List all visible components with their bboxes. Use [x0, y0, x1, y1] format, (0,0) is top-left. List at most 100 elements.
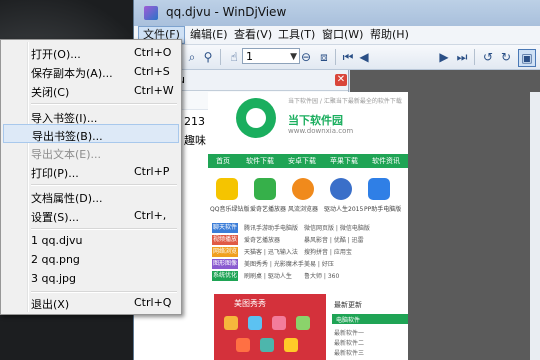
vertical-scrollbar[interactable] — [530, 92, 540, 360]
category-row: 系统优化 刷刷桌 | 驱动人生 鲁大师 | 360 — [208, 270, 408, 282]
banner-app-icon — [284, 338, 298, 352]
menu-item-shortcut: Ctrl+, — [134, 209, 167, 222]
banner-app-icon — [236, 338, 250, 352]
page-number-combo[interactable]: 1 ▼ — [242, 48, 300, 64]
app-icon — [292, 178, 314, 200]
site-slogan: 当下软件园 / 汇聚当下最新最全的软件下载 — [288, 98, 402, 105]
row-tag: 聊天软件 — [212, 223, 238, 233]
fit-page-icon[interactable]: ▣ — [518, 49, 536, 67]
menu-item-label: 3 qq.jpg — [31, 272, 76, 285]
menu-item-label: 导出文本(E)... — [31, 148, 102, 161]
menu-item-close[interactable]: 关闭(C) Ctrl+W — [3, 81, 179, 100]
site-logo — [236, 98, 276, 138]
menu-separator — [31, 103, 177, 105]
menu-edit[interactable]: 编辑(E) — [186, 27, 232, 43]
app-label: 风流浏览器 — [288, 206, 319, 213]
menu-item-label: 打开(O)... — [31, 48, 81, 61]
category-row: 聊天软件 腾讯手游助手电脑版 微信网页版 | 微信电脑版 — [208, 222, 408, 234]
menu-item-shortcut: Ctrl+S — [134, 65, 170, 78]
toolbar: ⌕ ⚲ ☝ I ⬚ ⊕ ⊖ ⧈ ⏮ ◀ ▶ ⏭ ↺ ↻ ▣ — [134, 45, 540, 70]
row-text: 暴风影音 | 优酷 | 迅雷 — [304, 237, 364, 244]
title-bar[interactable]: qq.djvu - WinDjView — [134, 0, 540, 26]
menu-item-open[interactable]: 打开(O)... Ctrl+O — [3, 43, 179, 62]
rotate-right-icon[interactable]: ↻ — [498, 49, 514, 65]
prev-page-icon[interactable]: ◀ — [356, 49, 372, 65]
menu-item-recent-2[interactable]: 2 qq.png — [3, 250, 179, 269]
binoculars-icon[interactable]: ⚲ — [200, 49, 216, 65]
app-icon-row: QQ音乐绿钻版 爱奇艺播放器 风流浏览器 驱动人生2015 PP助手电脑版 — [208, 174, 408, 220]
menu-item-exit[interactable]: 退出(X) Ctrl+Q — [3, 293, 179, 312]
bookmark-item[interactable]: 213 — [184, 115, 205, 128]
app-label: 爱奇艺播放器 — [250, 206, 287, 213]
row-tag: 网络浏览 — [212, 247, 238, 257]
category-rows: 聊天软件 腾讯手游助手电脑版 微信网页版 | 微信电脑版 视频播放 爱奇艺播放器… — [208, 222, 408, 282]
menu-item-export-text[interactable]: 导出文本(E)... — [3, 143, 179, 162]
menu-item-shortcut: Ctrl+O — [134, 46, 172, 59]
row-text: 搜狗拼音 | 应用宝 — [304, 249, 352, 256]
menu-item-label: 打印(P)... — [31, 167, 79, 180]
app-label: 驱动人生2015 — [324, 206, 364, 213]
row-text: 微信网页版 | 微信电脑版 — [304, 225, 370, 232]
toolbar-separator — [220, 49, 221, 65]
latest-tab: 电脑软件 — [336, 317, 361, 324]
menu-item-shortcut: Ctrl+W — [134, 84, 174, 97]
menu-help[interactable]: 帮助(H) — [366, 27, 413, 43]
banner-app-icon — [272, 316, 286, 330]
row-text: 美图秀秀 | 光影魔术手 — [244, 261, 304, 268]
menu-separator — [31, 228, 177, 230]
row-text: 天猫客 | 迅飞输入法 — [244, 249, 298, 256]
find-icon[interactable]: ⌕ — [184, 49, 200, 65]
last-page-icon[interactable]: ⏭ — [454, 49, 470, 65]
banner-title: 美图秀秀 — [234, 299, 266, 308]
menu-tools[interactable]: 工具(T) — [274, 27, 319, 43]
nav-item: 安卓下载 — [288, 157, 316, 165]
banner-app-icon — [248, 316, 262, 330]
category-row: 视频播放 爱奇艺播放器 暴风影音 | 优酷 | 迅雷 — [208, 234, 408, 246]
hand-tool-icon[interactable]: ☝ — [226, 49, 242, 65]
app-label: PP助手电脑版 — [364, 206, 402, 213]
menu-item-label: 2 qq.png — [31, 253, 80, 266]
latest-item: 最新软件三 — [334, 350, 365, 357]
menu-item-label: 1 qq.djvu — [31, 234, 83, 247]
latest-item: 最新软件二 — [334, 340, 365, 347]
latest-title: 最新更新 — [334, 301, 362, 309]
menu-separator — [31, 184, 177, 186]
menu-item-recent-3[interactable]: 3 qq.jpg — [3, 269, 179, 288]
menu-item-properties[interactable]: 文档属性(D)... — [3, 187, 179, 206]
menu-item-label: 退出(X) — [31, 298, 70, 311]
category-row: 网络浏览 天猫客 | 迅飞输入法 搜狗拼音 | 应用宝 — [208, 246, 408, 258]
menu-item-label: 关闭(C) — [31, 86, 70, 99]
menu-view[interactable]: 查看(V) — [230, 27, 276, 43]
app-icon — [254, 178, 276, 200]
nav-item: 首页 — [216, 157, 230, 165]
row-text: 刷刷桌 | 驱动人生 — [244, 273, 292, 280]
menu-item-label: 设置(S)... — [31, 211, 80, 224]
bookmark-item[interactable]: 趣味 — [184, 132, 206, 148]
zoom-out-icon[interactable]: ⊖ — [298, 49, 314, 65]
menu-item-label: 导出书签(B)... — [32, 130, 103, 143]
app-icon — [144, 6, 158, 20]
app-label: QQ音乐绿钻版 — [210, 206, 250, 213]
banner-app-icon — [224, 316, 238, 330]
banner-app-icon — [260, 338, 274, 352]
site-masthead: 当下软件园 / 汇聚当下最新最全的软件下载 当下软件园 www.downxia.… — [208, 92, 408, 148]
first-page-icon[interactable]: ⏮ — [340, 49, 356, 65]
app-icon — [330, 178, 352, 200]
next-page-icon[interactable]: ▶ — [436, 49, 452, 65]
zoom-rect-icon[interactable]: ⧈ — [316, 49, 332, 65]
menu-window[interactable]: 窗口(W) — [318, 27, 367, 43]
menu-item-shortcut: Ctrl+P — [134, 165, 170, 178]
close-icon[interactable]: ✕ — [335, 74, 347, 86]
menu-item-shortcut: Ctrl+Q — [134, 296, 172, 309]
row-text: 腾讯手游助手电脑版 — [244, 225, 299, 232]
menu-item-settings[interactable]: 设置(S)... Ctrl+, — [3, 206, 179, 225]
app-icon — [368, 178, 390, 200]
menu-item-export-bookmarks[interactable]: 导出书签(B)... — [3, 124, 179, 143]
menu-item-save-copy[interactable]: 保存副本为(A)... Ctrl+S — [3, 62, 179, 81]
rotate-left-icon[interactable]: ↺ — [480, 49, 496, 65]
menu-item-recent-1[interactable]: 1 qq.djvu — [3, 231, 179, 250]
nav-item: 苹果下载 — [330, 157, 358, 165]
nav-item: 软件下载 — [246, 157, 274, 165]
menu-item-print[interactable]: 打印(P)... Ctrl+P — [3, 162, 179, 181]
document-page: 当下软件园 / 汇聚当下最新最全的软件下载 当下软件园 www.downxia.… — [208, 92, 408, 360]
